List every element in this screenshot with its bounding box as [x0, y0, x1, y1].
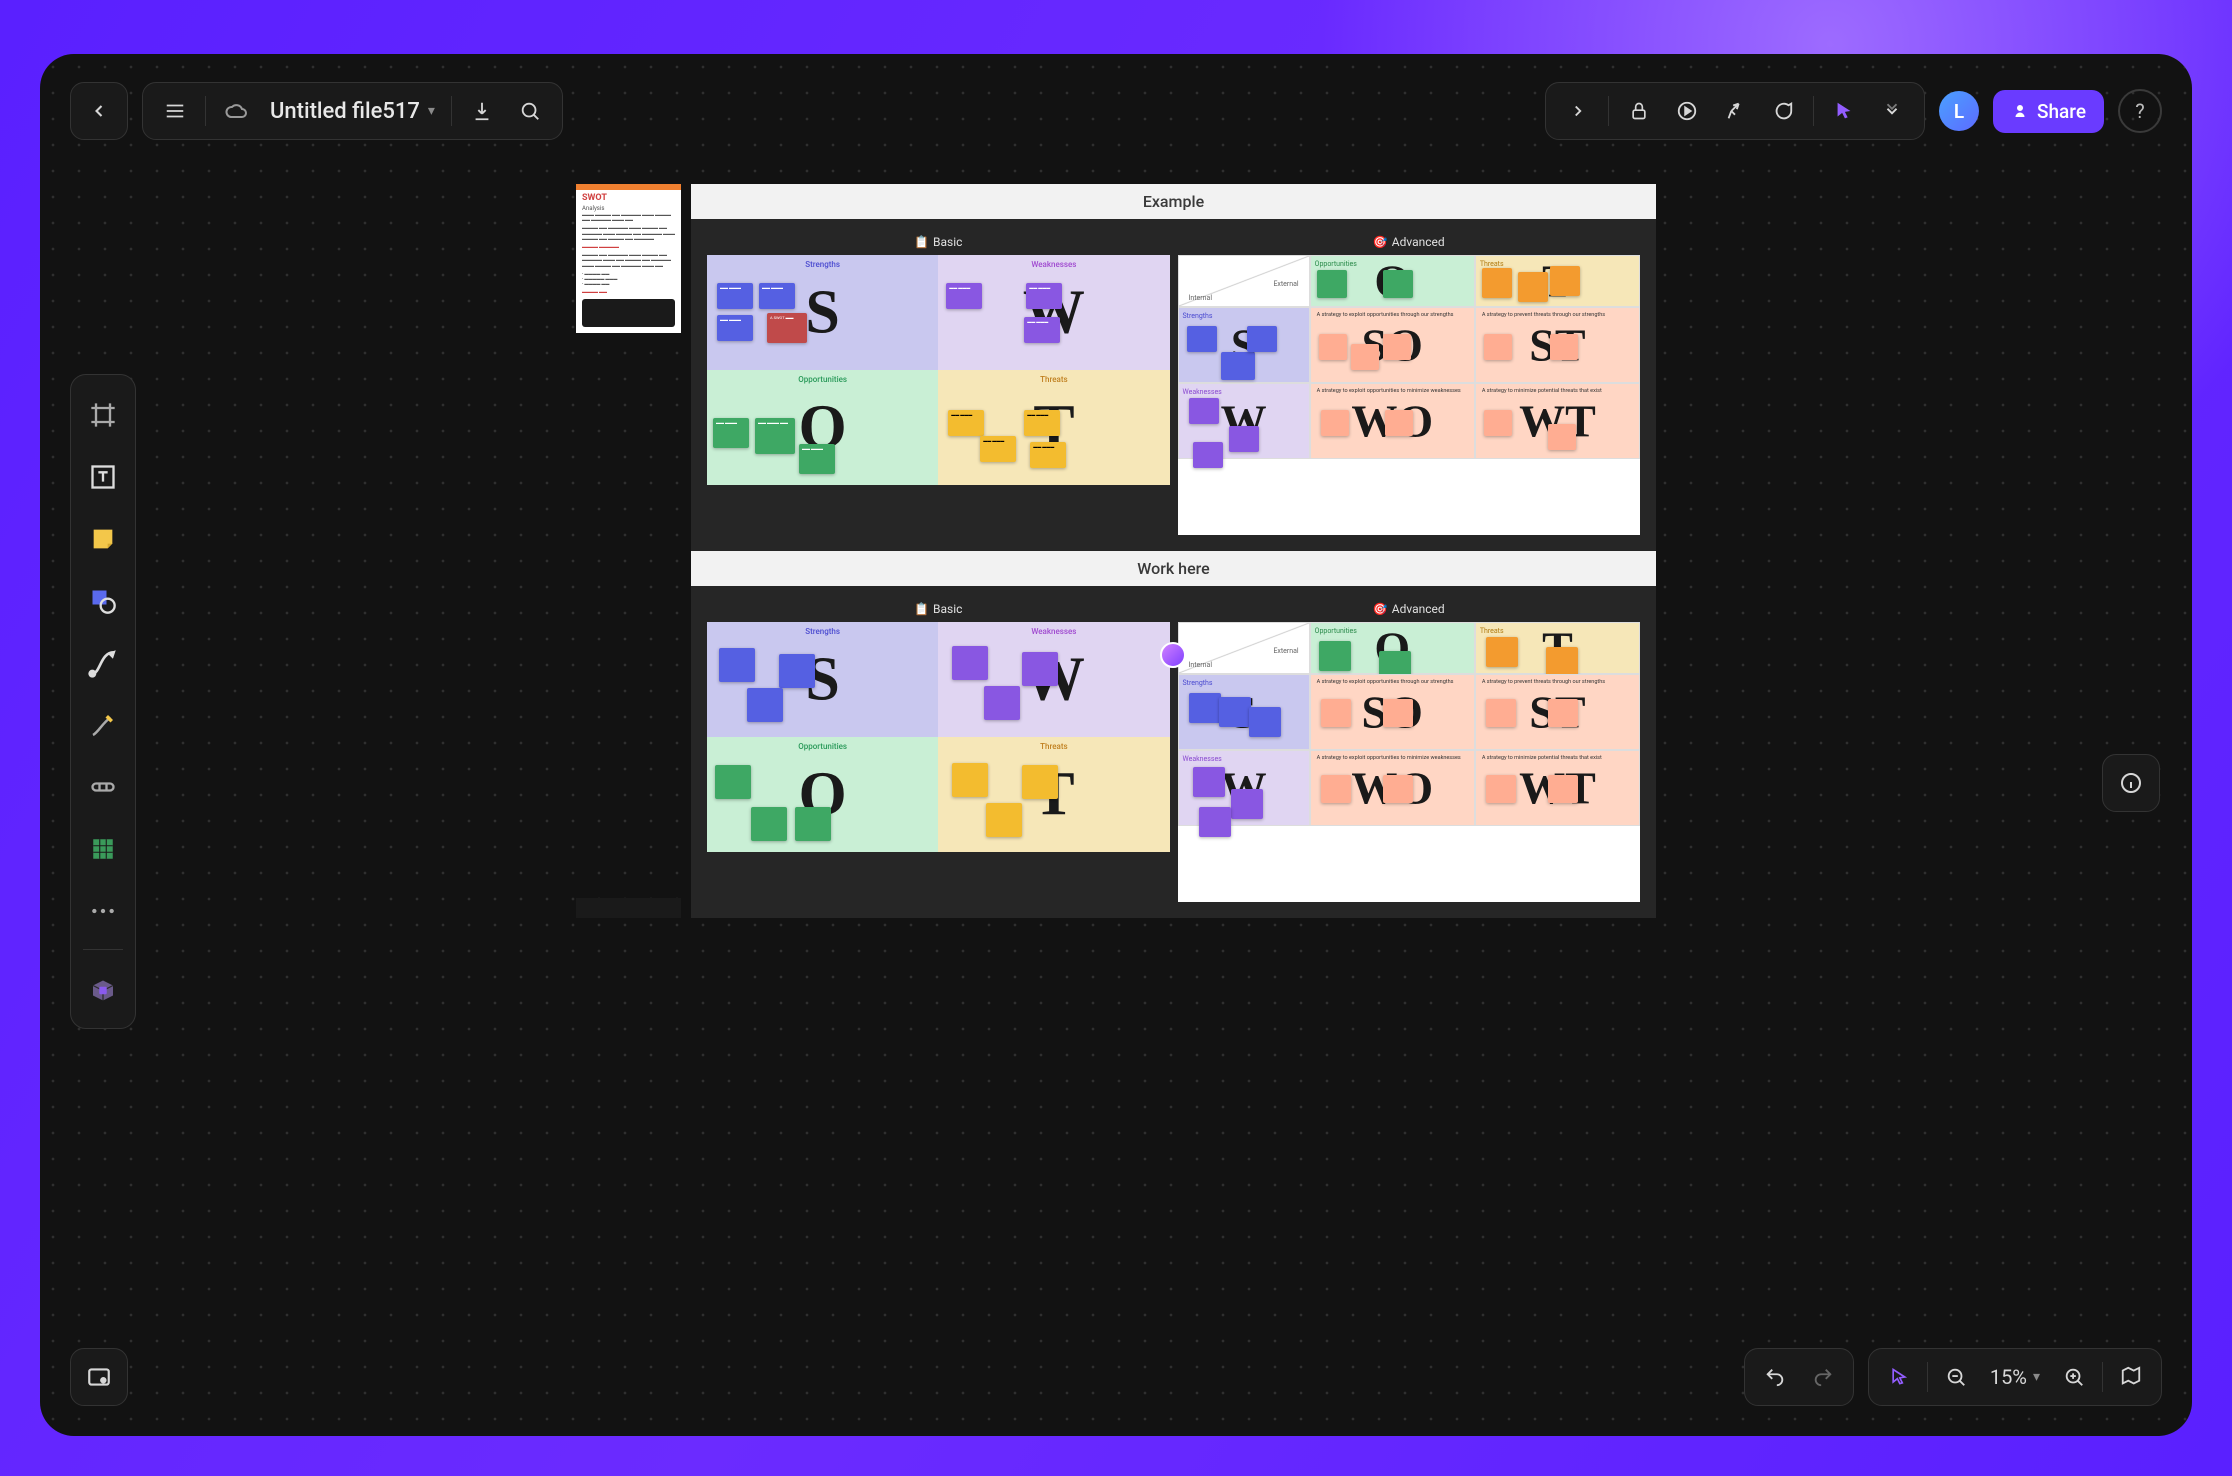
swot-example-basic[interactable]: Strengths S ▬▬ ▬▬▬ ▬▬ ▬▬▬ ▬▬ ▬▬▬ A SWOT … — [707, 255, 1170, 485]
section-header-example: Example — [691, 184, 1656, 219]
advanced-header: 🎯 Advanced — [1178, 235, 1641, 255]
tows-example-advanced[interactable]: ExternalInternal OpportunitiesO ThreatsT… — [1178, 255, 1641, 535]
document-panel[interactable]: SWOT Analysis ▬▬▬ ▬▬▬▬ ▬▬ ▬▬▬▬▬ ▬▬▬ ▬▬▬▬… — [576, 184, 681, 918]
swot-work-basic[interactable]: StrengthsS WeaknessesW OpportunitiesO — [707, 622, 1170, 852]
canvas[interactable]: SWOT Analysis ▬▬▬ ▬▬▬▬ ▬▬ ▬▬▬▬▬ ▬▬▬ ▬▬▬▬… — [40, 54, 2192, 1436]
section-header-workhere: Work here — [691, 551, 1656, 586]
tows-work-advanced[interactable]: ExternalInternal OpportunitiesO ThreatsT… — [1178, 622, 1641, 902]
collaborator-cursor — [1160, 642, 1186, 668]
basic-header: 📋 Basic — [707, 235, 1170, 255]
